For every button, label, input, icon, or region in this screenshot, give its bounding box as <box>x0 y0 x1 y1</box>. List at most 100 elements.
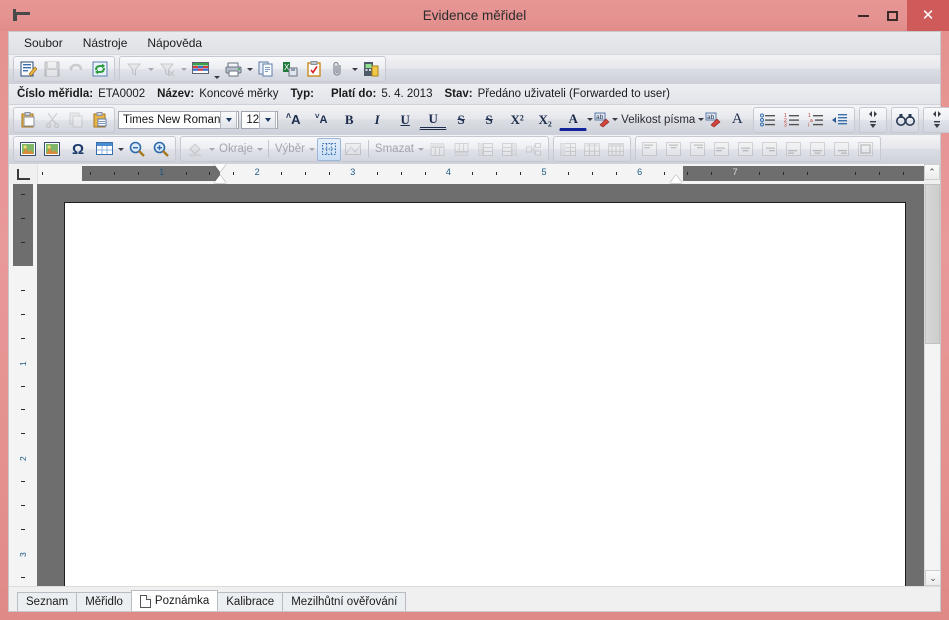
double-underline-button[interactable]: U <box>419 109 448 130</box>
grow-font-button[interactable]: ˄ A <box>279 108 307 131</box>
scrollbar-thumb[interactable] <box>925 184 940 344</box>
spinner-up-down-left[interactable] <box>861 108 885 131</box>
cut-icon <box>40 108 64 131</box>
filter-remove-dropdown-caret[interactable] <box>179 59 188 80</box>
font-size-value: 12 <box>246 113 260 126</box>
multilevel-list-button[interactable]: 1ai <box>804 108 828 131</box>
clipboard-check-icon[interactable] <box>302 58 326 81</box>
edit-record-icon[interactable] <box>16 58 40 81</box>
vertical-ruler[interactable]: 1 2 3 <box>9 184 37 586</box>
print-icon[interactable] <box>221 58 245 81</box>
attachment-icon[interactable] <box>326 58 350 81</box>
fill-color-dropdown-caret[interactable] <box>207 139 216 160</box>
vruler-tick <box>21 337 25 339</box>
insert-symbol-icon[interactable]: Ω <box>64 138 92 161</box>
zoom-out-icon[interactable] <box>125 138 149 161</box>
bullet-list-button[interactable] <box>756 108 780 131</box>
document-canvas[interactable] <box>37 184 924 586</box>
minimize-button[interactable] <box>849 0 878 31</box>
vruler-number: 2 <box>18 456 28 462</box>
refresh-icon[interactable] <box>88 58 112 81</box>
document-text[interactable] <box>65 203 905 215</box>
format-toolbar: Times New Roman 12 ˄ A ˅ A B I U U S S X² … <box>9 105 949 135</box>
paste-icon[interactable] <box>16 108 40 131</box>
tab-poznamka[interactable]: Poznámka <box>130 590 219 611</box>
fill-color-icon <box>183 138 207 161</box>
vruler-number: 3 <box>18 552 28 557</box>
selection-menu[interactable]: Výběr <box>272 143 308 155</box>
table-grid-icon[interactable] <box>188 58 212 81</box>
tab-kalibrace[interactable]: Kalibrace <box>217 592 284 611</box>
tab-meridlo[interactable]: Měřidlo <box>76 592 132 611</box>
vertical-scrollbar[interactable]: ⌄ <box>924 184 941 586</box>
font-size-combo[interactable]: 12 <box>241 110 279 129</box>
find-binoculars-icon[interactable] <box>893 108 917 131</box>
left-indent-marker[interactable] <box>214 175 226 183</box>
application-icon[interactable] <box>359 58 383 81</box>
find-group <box>891 106 920 133</box>
export-excel-icon[interactable]: X <box>278 58 302 81</box>
bold-button[interactable]: B <box>335 108 363 131</box>
delete-menu-caret[interactable] <box>417 139 426 160</box>
italic-button[interactable]: I <box>363 108 391 131</box>
insert-table-dropdown-caret[interactable] <box>116 139 125 160</box>
right-indent-marker[interactable] <box>669 175 682 183</box>
shrink-font-button[interactable]: ˅ A <box>307 108 335 131</box>
selection-menu-caret[interactable] <box>308 139 317 160</box>
numbered-list-button[interactable]: 123 <box>780 108 804 131</box>
vruler-tick <box>21 433 25 435</box>
ruler-number: 3 <box>350 167 356 177</box>
insert-table-icon[interactable] <box>92 138 116 161</box>
table-grid-dropdown-caret[interactable] <box>212 58 221 81</box>
scrollbar-track[interactable] <box>925 184 940 570</box>
spinner-up-down-right[interactable] <box>925 108 949 131</box>
menu-nastroje[interactable]: Nástroje <box>74 34 137 52</box>
undo-icon <box>64 58 88 81</box>
print-dropdown-caret[interactable] <box>245 59 254 80</box>
borders-menu-caret[interactable] <box>256 139 265 160</box>
zoom-in-icon[interactable] <box>149 138 173 161</box>
vruler-tick <box>21 242 25 244</box>
text-highlight-button[interactable]: ab <box>593 108 612 131</box>
maximize-button[interactable] <box>878 0 907 31</box>
close-button[interactable]: ✕ <box>907 0 949 31</box>
first-line-indent-marker[interactable] <box>214 164 226 172</box>
indent-button[interactable] <box>828 108 852 131</box>
clear-formatting-button[interactable]: ab <box>704 108 723 131</box>
document-page[interactable] <box>64 202 906 586</box>
double-strikethrough-button[interactable]: S <box>475 108 503 131</box>
vruler-tick <box>21 576 25 578</box>
font-color-button[interactable]: A <box>559 109 588 131</box>
font-name-dropdown-icon[interactable] <box>220 110 238 129</box>
tab-seznam[interactable]: Seznam <box>17 592 78 611</box>
borders-menu[interactable]: Okraje <box>216 143 256 155</box>
scroll-up-button[interactable]: ⌃ <box>924 164 940 180</box>
scroll-down-button[interactable]: ⌄ <box>925 570 941 586</box>
ruler-tick <box>376 172 378 175</box>
font-size-dropdown-icon[interactable] <box>259 110 277 129</box>
left-tab-icon <box>16 168 30 180</box>
horizontal-ruler[interactable]: 1 2 3 4 5 6 7 <box>38 164 924 184</box>
font-name-combo[interactable]: Times New Roman <box>118 110 240 129</box>
tab-mezilhutni-overovani[interactable]: Mezilhůtní ověřování <box>282 592 407 611</box>
filter-dropdown-caret[interactable] <box>146 59 155 80</box>
copy-document-icon[interactable] <box>254 58 278 81</box>
insert-image-icon[interactable] <box>16 138 40 161</box>
font-size-menu[interactable]: Velikost písma <box>618 114 698 126</box>
paste-special-icon[interactable] <box>88 108 112 131</box>
tab-stop-selector[interactable] <box>9 164 38 184</box>
show-gridlines-icon[interactable] <box>316 137 341 161</box>
strikethrough-button[interactable]: S <box>447 108 475 131</box>
attachment-dropdown-caret[interactable] <box>350 59 359 80</box>
save-icon <box>40 58 64 81</box>
font-dialog-button[interactable]: A <box>723 108 751 131</box>
menu-napoveda[interactable]: Nápověda <box>138 34 211 52</box>
insert-row-below-icon <box>450 138 474 161</box>
insert-picture-icon[interactable] <box>40 138 64 161</box>
menu-soubor[interactable]: Soubor <box>15 34 72 52</box>
superscript-button[interactable]: X² <box>503 108 531 131</box>
delete-menu[interactable]: Smazat <box>372 143 417 155</box>
underline-button[interactable]: U <box>391 108 419 131</box>
info-value-nazev: Koncové měrky <box>199 88 279 100</box>
subscript-button[interactable]: X₂ <box>531 108 559 131</box>
